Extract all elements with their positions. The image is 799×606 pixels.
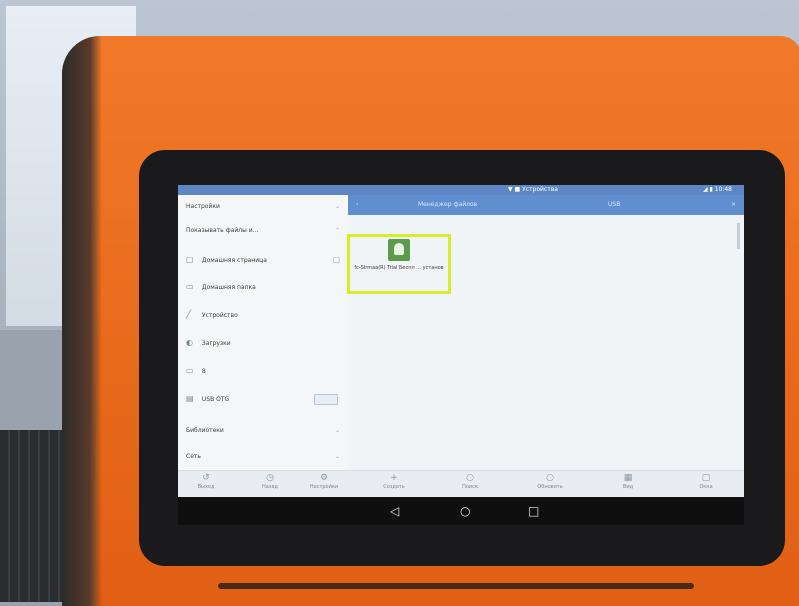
drawer-item-show-files[interactable]: Показывать файлы и... ⌃ [186,223,346,239]
chevron-down-icon[interactable]: ⌄ [335,449,340,465]
folder-icon: ▭ [186,282,194,291]
plus-icon: + [390,473,398,483]
drawer-item-libraries[interactable]: Библиотеки ⌄ [186,423,346,439]
bottom-label: Поиск [462,484,478,490]
toolbar: ‹ Менеджер файлов USB × [348,195,744,215]
back-icon: ◷ [266,473,274,483]
drawer-item-label: Загрузки [201,340,231,347]
grid-icon: ▦ [623,473,633,483]
nav-home-icon[interactable]: ○ [460,505,470,517]
drawer-item-label: Домашняя папка [201,284,256,291]
create-button[interactable]: + Создать [374,473,414,491]
drawer-item-label: USB OTG [201,396,230,403]
chevron-down-icon[interactable]: ⌄ [335,199,340,215]
android-nav-bar: ◁ ○ □ [178,497,744,525]
status-right-text: ◢ ▮ 10:48 [702,186,732,193]
toolbar-title: Менеджер файлов [418,201,478,208]
eject-button[interactable] [314,394,338,405]
device-edge-shadow [62,36,102,606]
drawer-item-label: Библиотеки [186,427,224,434]
bottom-label: Вид [622,484,634,490]
view-button[interactable]: ▦ Вид [608,473,648,491]
refresh-icon: ○ [546,473,554,483]
edit-icon[interactable]: ▢ [332,252,340,268]
drawer-item-label: Домашняя страница [201,257,267,264]
usb-icon: ▤ [186,394,194,403]
drawer-item-usb[interactable]: ▤ USB OTG [186,391,346,407]
scrollbar[interactable] [737,223,740,249]
refresh-button[interactable]: ○ Обновить [530,473,570,491]
status-center-text: ▼ ■ Устройства [508,186,558,193]
drawer-item-storage[interactable]: ▭ 8 [186,363,346,379]
gear-icon: ⚙ [319,473,329,483]
back-arrow-icon[interactable]: ‹ [356,195,358,215]
selection-highlight [347,234,451,294]
bottom-label: Создать [383,484,405,490]
chevron-down-icon[interactable]: ⌃ [335,223,340,239]
search-icon: ○ [466,473,474,483]
bottom-label: Окна [699,484,713,490]
exit-button[interactable]: ↺ Выход [186,473,226,491]
close-icon[interactable]: × [731,195,736,215]
drawer-item-label: Устройство [201,312,238,319]
storage-icon: ▭ [186,366,194,375]
device-screen: ▼ ■ Устройства ◢ ▮ 10:48 Настройки ⌄ Пок… [178,185,744,497]
home-icon: ▢ [186,255,194,264]
download-icon: ◐ [186,338,193,347]
drawer-item-settings[interactable]: Настройки ⌄ [186,199,346,215]
navigation-drawer: Настройки ⌄ Показывать файлы и... ⌃ ▢ До… [178,195,349,470]
nav-recents-icon[interactable]: □ [528,505,539,517]
bottom-action-bar: ↺ Выход ◷ Назад ⚙ Настройки + Создать ○ Поиск… [178,470,744,497]
exit-icon: ↺ [202,473,210,483]
search-button[interactable]: ○ Поиск [450,473,490,491]
drawer-item-label: Сеть [186,453,201,460]
drawer-item-label: Настройки [186,203,220,210]
window-icon: ▢ [701,473,711,483]
toolbar-path[interactable]: USB [608,195,620,215]
drawer-item-home-page[interactable]: ▢ Домашняя страница ▢ [186,252,346,268]
status-bar: ▼ ■ Устройства ◢ ▮ 10:48 [178,185,744,195]
drawer-item-home-folder[interactable]: ▭ Домашняя папка [186,279,346,295]
printer-slot [218,583,694,589]
bottom-label: Назад [261,484,278,490]
windows-button[interactable]: ▢ Окна [686,473,726,491]
bottom-label: Выход [197,484,215,490]
drawer-item-device[interactable]: ╱ Устройство [186,307,346,323]
drawer-item-label: 8 [201,368,206,375]
bottom-label: Обновить [537,484,563,490]
drawer-item-network[interactable]: Сеть ⌄ [186,449,346,465]
device-icon: ╱ [186,310,191,319]
back-button[interactable]: ◷ Назад [250,473,290,491]
nav-back-icon[interactable]: ◁ [390,505,399,517]
drawer-item-label: Показывать файлы и... [186,227,259,234]
chevron-down-icon[interactable]: ⌄ [335,423,340,439]
settings-button[interactable]: ⚙ Настройки [304,473,344,491]
bottom-label: Настройки [309,484,339,490]
drawer-item-downloads[interactable]: ◐ Загрузки [186,335,346,351]
